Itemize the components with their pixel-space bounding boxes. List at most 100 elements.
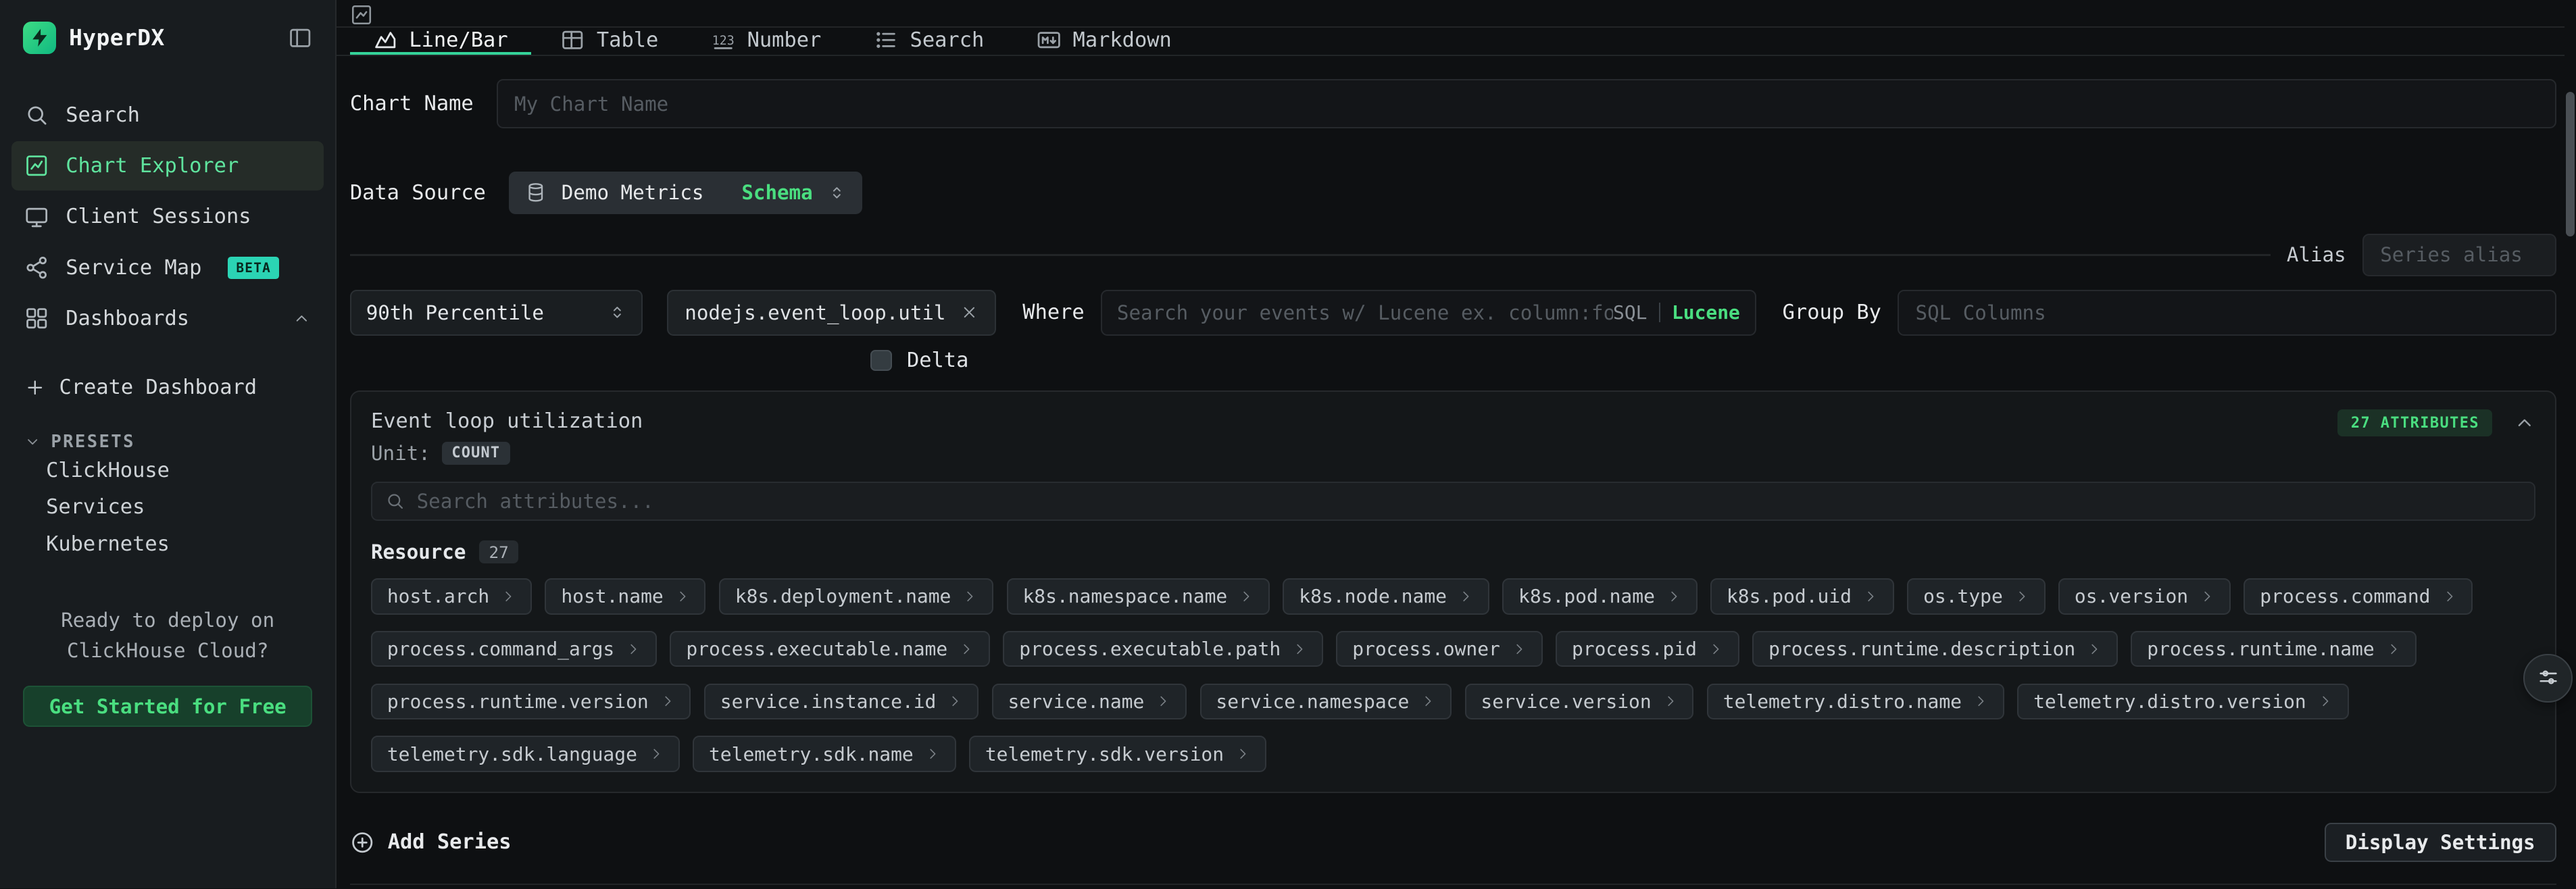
chevron-right-icon	[962, 589, 977, 604]
attribute-chip[interactable]: process.owner	[1336, 631, 1542, 667]
sql-toggle[interactable]: SQL	[1613, 301, 1647, 324]
attribute-name: k8s.deployment.name	[735, 585, 951, 607]
attribute-chip[interactable]: telemetry.distro.name	[1707, 684, 2004, 719]
attribute-chips: host.arch host.name	[371, 578, 2535, 772]
delta-checkbox[interactable]	[870, 350, 892, 372]
add-series-button[interactable]: Add Series	[350, 830, 512, 855]
group-by-label: Group By	[1783, 301, 1881, 324]
attribute-chip[interactable]: k8s.deployment.name	[719, 578, 993, 614]
sidebar-item-label: Dashboards	[66, 307, 189, 330]
tab-search[interactable]: Search	[851, 28, 1007, 55]
sidebar-item-label: Search	[66, 103, 140, 127]
attribute-name: k8s.pod.name	[1518, 585, 1655, 607]
chevron-right-icon	[2014, 589, 2029, 604]
database-icon	[525, 182, 547, 203]
attribute-name: k8s.node.name	[1299, 585, 1447, 607]
attribute-chip[interactable]: process.runtime.description	[1752, 631, 2118, 667]
sidebar-item-search[interactable]: Search	[11, 91, 324, 140]
sidebar-item-dashboards[interactable]: Dashboards	[11, 294, 324, 343]
chevron-right-icon	[925, 746, 940, 761]
data-source-select[interactable]: Demo Metrics Schema	[509, 172, 862, 214]
tab-number[interactable]: 123 Number	[688, 28, 844, 55]
sidebar-item-label: Client Sessions	[66, 205, 251, 228]
attribute-chip[interactable]: telemetry.distro.version	[2017, 684, 2348, 719]
chevron-right-icon	[1292, 642, 1307, 657]
tab-markdown[interactable]: Markdown	[1014, 28, 1195, 55]
attribute-chip[interactable]: k8s.pod.uid	[1710, 578, 1894, 614]
attribute-chip[interactable]: os.version	[2058, 578, 2231, 614]
attribute-chip[interactable]: k8s.pod.name	[1502, 578, 1697, 614]
chart-preview-icon[interactable]	[350, 3, 373, 26]
sidebar-item-chart-explorer[interactable]: Chart Explorer	[11, 141, 324, 190]
chart-name-input[interactable]	[497, 79, 2556, 128]
alias-input[interactable]	[2362, 234, 2556, 276]
attribute-chip[interactable]: service.name	[992, 684, 1187, 719]
lucene-toggle[interactable]: Lucene	[1672, 301, 1740, 324]
app-window: HyperDX Search Chart Explorer	[0, 0, 2576, 888]
collapse-sidebar-icon[interactable]	[288, 26, 312, 50]
where-input[interactable]	[1117, 301, 1613, 324]
chevron-right-icon	[2386, 642, 2401, 657]
tab-line-bar[interactable]: Line/Bar	[350, 28, 531, 55]
data-source-value: Demo Metrics	[562, 181, 704, 204]
search-icon	[24, 103, 49, 127]
sidebar-item-label: Chart Explorer	[66, 154, 239, 178]
create-dashboard-button[interactable]: Create Dashboard	[11, 363, 324, 412]
preset-item[interactable]: Kubernetes	[0, 526, 335, 562]
attribute-chip[interactable]: process.executable.name	[670, 631, 990, 667]
scrollbar-thumb[interactable]	[2566, 92, 2574, 236]
attribute-chip[interactable]: host.name	[545, 578, 705, 614]
attribute-chip[interactable]: service.version	[1465, 684, 1694, 719]
attribute-name: k8s.pod.uid	[1727, 585, 1852, 607]
attributes-search-input[interactable]	[417, 490, 2521, 513]
attributes-count-badge: 27 ATTRIBUTES	[2337, 409, 2492, 436]
attribute-chip[interactable]: process.command_args	[371, 631, 657, 667]
attributes-header-right: 27 ATTRIBUTES	[2337, 409, 2535, 436]
attribute-name: service.instance.id	[720, 690, 937, 713]
where-input-wrap: SQL Lucene	[1101, 290, 1756, 336]
chevron-right-icon	[649, 746, 664, 761]
chevron-right-icon	[947, 694, 962, 709]
attribute-name: process.owner	[1352, 638, 1500, 660]
sidebar-item-service-map[interactable]: Service Map BETA	[11, 243, 324, 293]
series-actions-row: Add Series Display Settings	[350, 823, 2556, 862]
attribute-name: telemetry.sdk.name	[709, 743, 914, 765]
attribute-chip[interactable]: k8s.namespace.name	[1007, 578, 1270, 614]
aggregation-select[interactable]: 90th Percentile	[350, 290, 643, 336]
preset-item[interactable]: Services	[0, 489, 335, 526]
sidebar-item-client-sessions[interactable]: Client Sessions	[11, 192, 324, 241]
chevron-right-icon	[1458, 589, 1473, 604]
attribute-chip[interactable]: process.runtime.version	[371, 684, 691, 719]
get-started-button[interactable]: Get Started for Free	[23, 686, 312, 727]
tab-table[interactable]: Table	[537, 28, 681, 55]
attribute-chip[interactable]: service.namespace	[1200, 684, 1452, 719]
close-icon[interactable]	[960, 303, 979, 322]
attribute-chip[interactable]: host.arch	[371, 578, 532, 614]
attribute-chip[interactable]: telemetry.sdk.name	[693, 736, 956, 771]
chevron-right-icon	[1420, 694, 1435, 709]
schema-link[interactable]: Schema	[741, 181, 812, 204]
attribute-chip[interactable]: process.pid	[1556, 631, 1739, 667]
preset-item[interactable]: ClickHouse	[0, 452, 335, 488]
attribute-chip[interactable]: os.type	[1907, 578, 2045, 614]
chevron-up-icon[interactable]	[2514, 412, 2535, 434]
metric-chip[interactable]: nodejs.event_loop.util	[667, 290, 996, 336]
attribute-name: process.runtime.version	[387, 690, 649, 713]
attribute-chip[interactable]: service.instance.id	[704, 684, 979, 719]
attribute-name: process.command_args	[387, 638, 614, 660]
filter-settings-button[interactable]	[2523, 654, 2573, 703]
attribute-chip[interactable]: process.executable.path	[1003, 631, 1323, 667]
attribute-chip[interactable]: k8s.node.name	[1283, 578, 1489, 614]
presets-toggle[interactable]: PRESETS	[11, 432, 324, 452]
scrollbar	[2565, 0, 2576, 888]
attribute-name: telemetry.distro.name	[1723, 690, 1962, 713]
display-settings-button[interactable]: Display Settings	[2325, 823, 2556, 862]
attribute-chip[interactable]: process.runtime.name	[2131, 631, 2417, 667]
attribute-chip[interactable]: process.command	[2244, 578, 2473, 614]
attribute-chip[interactable]: telemetry.sdk.language	[371, 736, 680, 771]
attribute-chip[interactable]: telemetry.sdk.version	[969, 736, 1266, 771]
service-map-icon	[24, 255, 49, 280]
group-by-input[interactable]	[1898, 290, 2556, 336]
attributes-panel-header: Event loop utilization Unit: COUNT 27 AT…	[371, 409, 2535, 465]
chevron-right-icon	[2200, 589, 2214, 604]
